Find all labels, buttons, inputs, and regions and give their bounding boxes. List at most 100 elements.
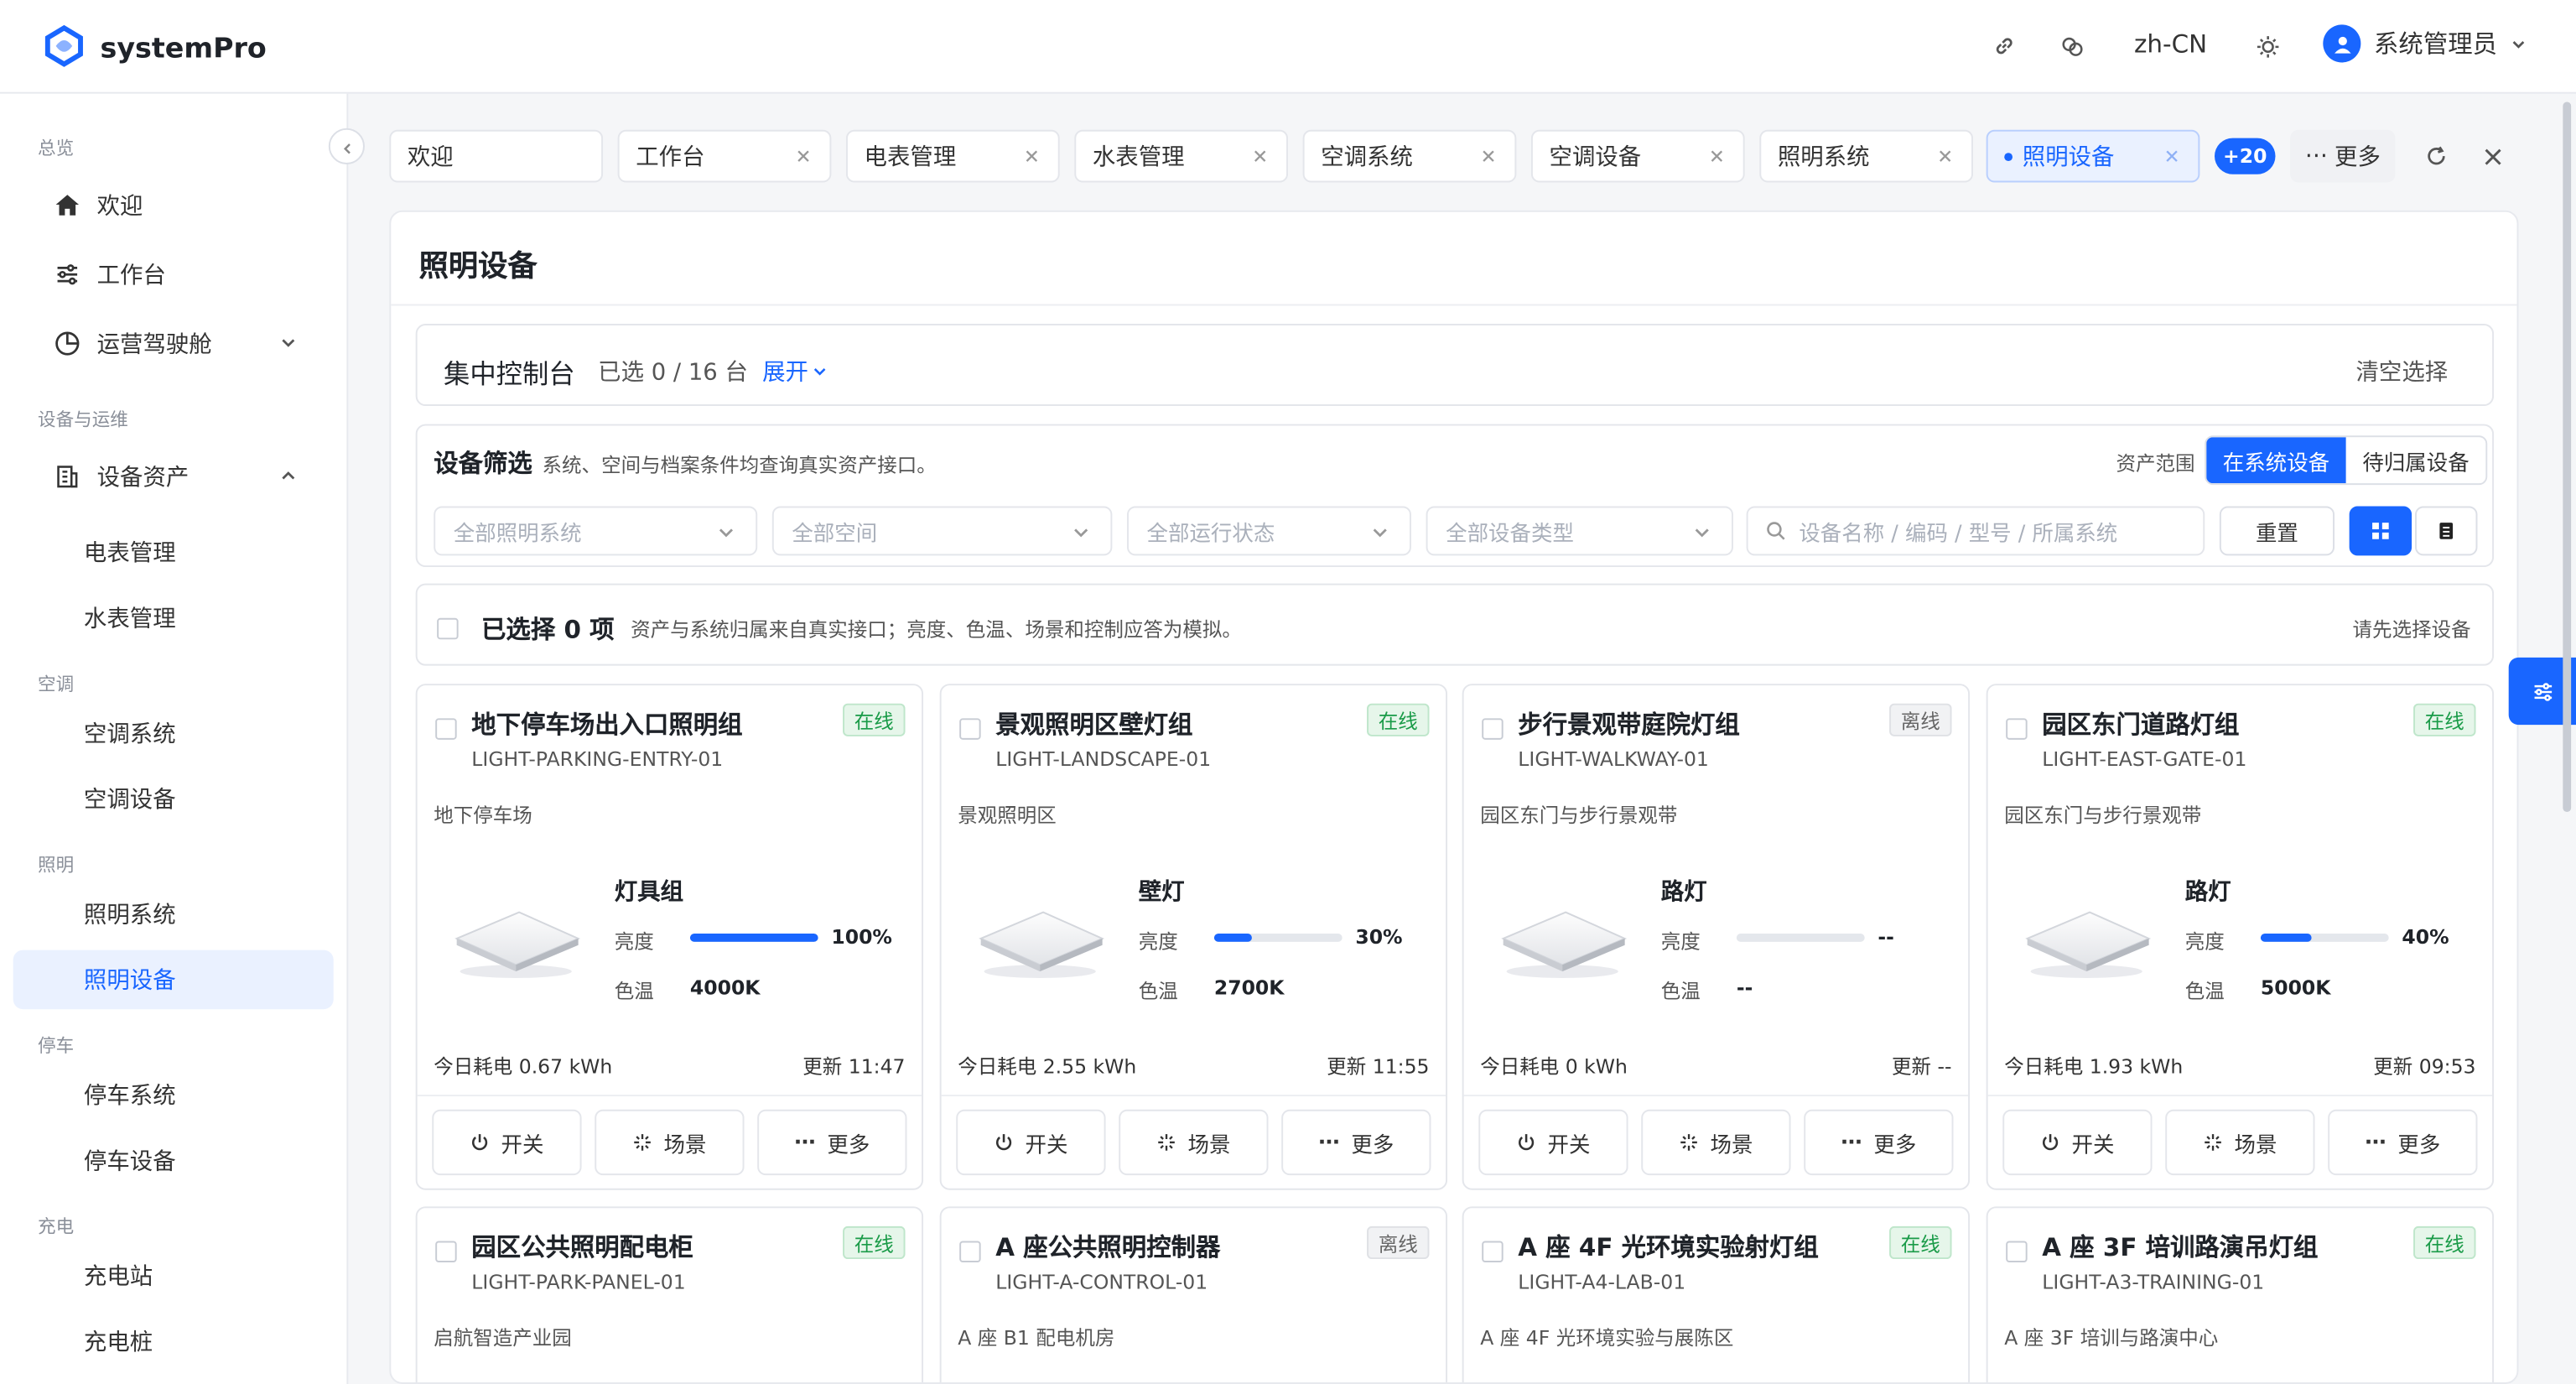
scrollbar[interactable] [2563,101,2572,813]
scope-in-system[interactable]: 在系统设备 [2206,437,2346,484]
tab-water[interactable]: 水表管理 [1074,129,1289,183]
card-checkbox[interactable] [435,718,457,740]
close-icon[interactable] [793,146,813,166]
scene-button[interactable]: 场景 [1641,1109,1791,1176]
sidebar-item-hvac-device[interactable]: 空调设备 [13,769,334,829]
hidden-tabs-count[interactable]: +20 [2215,138,2276,174]
tab-hvac-system[interactable]: 空调系统 [1302,129,1517,183]
more-button[interactable]: ⋯ 更多 [2328,1109,2478,1176]
sidebar-item-charging-pile[interactable]: 充电桩 [13,1312,334,1371]
tab-meters[interactable]: 电表管理 [845,129,1060,183]
device-location: A 座 4F 光环境实验与展陈区 [1480,1326,1734,1350]
status-badge: 在线 [843,1225,906,1260]
power-button[interactable]: 开关 [432,1109,582,1176]
user-menu[interactable]: 系统管理员 [2323,24,2527,63]
card-checkbox[interactable] [959,718,981,740]
brand[interactable]: systemPro [43,24,267,74]
tab-lighting-device[interactable]: 照明设备 [1986,129,2200,183]
sidebar-item-workbench[interactable]: 工作台 [13,245,334,304]
close-icon[interactable] [1022,146,1042,166]
more-button[interactable]: ⋯ 更多 [1281,1109,1431,1176]
power-button[interactable]: 开关 [2002,1109,2153,1176]
sidebar-item-charging-station[interactable]: 充电站 [13,1246,334,1305]
device-card[interactable]: 园区公共照明配电柜 LIGHT-PARK-PANEL-01 在线 启航智造产业园 [415,1206,924,1383]
reset-button[interactable]: 重置 [2219,506,2335,556]
control-title: 集中控制台 [443,358,575,390]
main-panel: 照明设备 集中控制台 已选 0 / 16 台 展开 清空选择 设备筛选 系统、空… [389,210,2519,1384]
sidebar-item-hvac-system[interactable]: 空调系统 [13,704,334,763]
clear-selection-button[interactable]: 清空选择 [2355,355,2448,388]
close-icon[interactable] [1935,146,1955,166]
card-checkbox[interactable] [1482,1241,1504,1262]
brightness-label: 亮度 [2184,930,2225,954]
card-checkbox[interactable] [2006,1241,2028,1262]
power-button[interactable]: 开关 [1478,1109,1628,1176]
translate-icon[interactable] [2057,31,2086,60]
sidebar-group-devices: 设备与运维 [38,408,128,431]
sidebar-item-label: 欢迎 [96,194,143,221]
close-icon[interactable] [1707,146,1727,166]
scene-button[interactable]: 场景 [1119,1109,1269,1176]
select-all-checkbox[interactable] [437,617,459,640]
power-button[interactable]: 开关 [956,1109,1106,1176]
sidebar-item-meters[interactable]: 电表管理 [13,523,334,582]
tab-workbench[interactable]: 工作台 [617,129,832,183]
tab-hvac-device[interactable]: 空调设备 [1530,129,1745,183]
sidebar-item-parking-system[interactable]: 停车系统 [13,1065,334,1125]
sun-icon[interactable] [2252,31,2282,60]
expand-button[interactable]: 展开 [762,355,828,388]
close-icon[interactable] [2477,142,2506,171]
sidebar-item-welcome[interactable]: 欢迎 [13,176,334,236]
scene-button[interactable]: 场景 [595,1109,745,1176]
device-type-select[interactable]: 全部设备类型 [1426,506,1733,556]
sidebar-item-water[interactable]: 水表管理 [13,589,334,648]
close-icon[interactable] [2162,146,2182,166]
tabs-more-button[interactable]: ⋯ 更多 [2290,129,2396,183]
sidebar-collapse-button[interactable] [328,127,365,164]
close-icon[interactable] [1478,146,1498,166]
card-checkbox[interactable] [435,1241,457,1262]
power-icon [1518,1134,1535,1151]
more-button[interactable]: ⋯ 更多 [757,1109,907,1176]
tab-lighting-system[interactable]: 照明系统 [1759,129,1973,183]
link-icon[interactable] [1990,31,2019,60]
device-location: A 座 B1 配电机房 [958,1326,1115,1350]
more-button[interactable]: ⋯ 更多 [1804,1109,1954,1176]
card-checkbox[interactable] [2006,718,2028,740]
language-selector[interactable]: zh-CN [2134,29,2207,59]
lighting-system-select[interactable]: 全部照明系统 [434,506,758,556]
tab-welcome[interactable]: 欢迎 [389,129,604,183]
scope-unassigned[interactable]: 待归属设备 [2345,437,2486,484]
pie-chart-icon [53,329,82,358]
sidebar-item-parking-device[interactable]: 停车设备 [13,1131,334,1190]
close-icon[interactable] [1250,146,1270,166]
sidebar-item-lighting-device[interactable]: 照明设备 [13,950,334,1010]
run-status-select[interactable]: 全部运行状态 [1127,506,1411,556]
device-card[interactable]: A 座 3F 培训路演吊灯组 LIGHT-A3-TRAINING-01 在线 A… [1986,1206,2495,1383]
sidebar-item-assets[interactable]: 设备资产 [13,447,334,507]
grid-view-button[interactable] [2349,506,2412,556]
list-view-button[interactable] [2415,506,2478,556]
scene-button[interactable]: 场景 [2165,1109,2315,1176]
refresh-icon[interactable] [2422,142,2451,171]
device-card[interactable]: 园区东门道路灯组 LIGHT-EAST-GATE-01 在线 园区东门与步行景观… [1986,684,2495,1190]
chevron-down-icon [1074,528,1088,538]
divider [941,1095,1446,1097]
device-card[interactable]: 步行景观带庭院灯组 LIGHT-WALKWAY-01 离线 园区东门与步行景观带… [1462,684,1971,1190]
card-checkbox[interactable] [959,1241,981,1262]
sidebar-item-lighting-system[interactable]: 照明系统 [13,884,334,944]
selection-desc: 资产与系统归属来自真实接口；亮度、色温、场景和控制应答为模拟。 [631,617,1242,642]
device-card[interactable]: A 座公共照明控制器 LIGHT-A-CONTROL-01 离线 A 座 B1 … [939,1206,1448,1383]
card-checkbox[interactable] [1482,718,1504,740]
device-card[interactable]: 地下停车场出入口照明组 LIGHT-PARKING-ENTRY-01 在线 地下… [415,684,924,1190]
search-input[interactable]: 设备名称 / 编码 / 型号 / 所属系统 [1746,506,2205,556]
space-select[interactable]: 全部空间 [771,506,1113,556]
ellipsis-icon: ⋯ [2304,143,2329,169]
sidebar-item-dashboard[interactable]: 运营驾驶舱 [13,314,334,373]
chevron-up-icon [279,466,298,492]
device-card[interactable]: 景观照明区壁灯组 LIGHT-LANDSCAPE-01 在线 景观照明区 壁灯 … [939,684,1448,1190]
tab-label: 工作台 [636,144,705,171]
search-icon [1767,522,1785,540]
device-card[interactable]: A 座 4F 光环境实验射灯组 LIGHT-A4-LAB-01 在线 A 座 4… [1462,1206,1971,1383]
button-label: 开关 [2071,1133,2115,1158]
